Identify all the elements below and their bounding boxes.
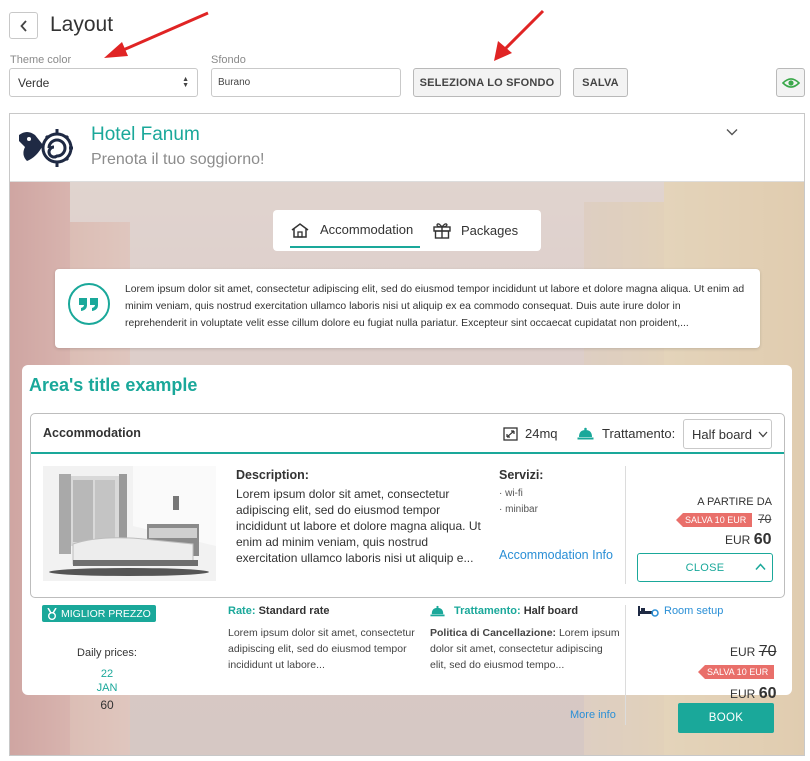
divider	[625, 466, 626, 584]
room-size-value: 24mq	[525, 426, 558, 441]
accommodation-title: Accommodation	[43, 426, 141, 440]
room-image	[43, 466, 216, 581]
chevron-up-icon	[755, 563, 766, 571]
tab-accommodation-label: Accommodation	[320, 222, 414, 237]
save-badge: SALVA 10 EUR	[676, 513, 753, 527]
best-price-label: MIGLIOR PREZZO	[61, 607, 151, 620]
rate-old-currency: EUR	[730, 645, 756, 659]
rate-price: EUR 60	[730, 685, 776, 703]
rate-old-price: EUR 70	[730, 643, 776, 661]
tab-accommodation[interactable]: Accommodation	[290, 213, 420, 248]
daily-date[interactable]: 22 JAN	[42, 667, 172, 695]
services-label: Servizi:	[499, 468, 544, 482]
daily-price: 60	[100, 698, 114, 712]
hotel-header: Hotel Fanum Prenota il tuo soggiorno!	[10, 114, 804, 182]
description-label: Description:	[236, 468, 309, 482]
daily-month: JAN	[96, 682, 118, 694]
cloche-icon	[577, 427, 594, 440]
divider	[625, 605, 626, 725]
hotel-tagline: Prenota il tuo soggiorno!	[91, 151, 265, 168]
expand-icon	[503, 426, 518, 441]
chevron-down-icon[interactable]	[726, 128, 738, 136]
old-price: 70	[758, 512, 772, 526]
cancellation-label: Politica di Cancellazione:	[430, 627, 557, 639]
sfondo-input[interactable]	[211, 68, 401, 97]
gift-icon	[433, 223, 451, 239]
best-price-badge: MIGLIOR PREZZO	[42, 605, 156, 622]
medal-icon	[47, 607, 57, 620]
rate-price-currency: EUR	[730, 687, 756, 701]
price-value: 60	[753, 531, 772, 548]
rate-label: Rate: Standard rate	[228, 605, 330, 617]
booking-tabs: Accommodation Packages	[273, 210, 541, 251]
more-info-link[interactable]: More info	[570, 709, 616, 721]
rate-treatment-key: Trattamento:	[454, 605, 521, 617]
rate-save-badge: SALVA 10 EUR	[698, 665, 775, 679]
annotation-arrow-icon	[494, 9, 545, 61]
treatment-label: Trattamento:	[602, 426, 676, 441]
area-card: Area's title example Accommodation 24mq	[22, 365, 792, 733]
accommodation-card: Accommodation 24mq Trattamento: Half boa…	[30, 413, 785, 598]
treatment: Trattamento:	[577, 426, 675, 441]
close-button-label: CLOSE	[685, 561, 725, 574]
daily-prices-label: Daily prices:	[77, 647, 137, 659]
save-button[interactable]: SALVA	[573, 68, 628, 97]
theme-color-label: Theme color	[10, 54, 72, 66]
quote-text: Lorem ipsum dolor sit amet, consectetur …	[125, 284, 745, 329]
rate-label-value: Standard rate	[258, 605, 330, 617]
hotel-logo	[19, 129, 73, 167]
house-icon	[291, 222, 309, 238]
service-item: · minibar	[499, 504, 538, 515]
tab-packages[interactable]: Packages	[433, 210, 518, 251]
annotation-arrow-icon	[104, 11, 209, 58]
cancellation-policy: Politica di Cancellazione: Lorem ipsum d…	[430, 625, 620, 673]
eye-icon	[781, 77, 800, 88]
preview-toggle-button[interactable]	[776, 68, 805, 97]
board-select-value: Half board	[692, 426, 752, 442]
cloche-icon	[430, 605, 445, 617]
rate-description: Lorem ipsum dolor sit amet, consectetur …	[228, 627, 415, 671]
daily-day: 22	[100, 668, 114, 680]
rate-label-key: Rate:	[228, 605, 256, 617]
chevron-left-icon	[19, 19, 27, 32]
theme-color-value: Verde	[18, 75, 50, 90]
board-select[interactable]: Half board	[683, 419, 772, 449]
close-button[interactable]: CLOSE	[637, 553, 773, 582]
rate-price-value: 60	[758, 685, 777, 702]
from-label: A PARTIRE DA	[697, 496, 772, 508]
theme-color-select[interactable]: Verde ▲ ▼	[9, 68, 198, 97]
price-currency: EUR	[725, 533, 751, 547]
select-arrows-icon: ▲ ▼	[182, 75, 189, 89]
accommodation-header: Accommodation 24mq Trattamento: Half boa…	[31, 414, 784, 454]
book-button[interactable]: BOOK	[678, 703, 774, 733]
rate-treatment-value: Half board	[523, 605, 579, 617]
tab-packages-label: Packages	[461, 223, 519, 238]
select-background-button[interactable]: SELEZIONA LO SFONDO	[413, 68, 561, 97]
bed-gear-icon	[638, 606, 659, 617]
hotel-name: Hotel Fanum	[91, 124, 200, 145]
room-size: 24mq	[503, 426, 558, 441]
service-item: · wi-fi	[499, 488, 523, 499]
room-setup-label: Room setup	[664, 605, 724, 617]
price: EUR 60	[725, 531, 771, 549]
quote-icon	[68, 283, 110, 325]
accommodation-info-link[interactable]: Accommodation Info	[499, 548, 613, 562]
chevron-down-icon	[758, 431, 768, 437]
quote-card: Lorem ipsum dolor sit amet, consectetur …	[55, 269, 760, 348]
area-title: Area's title example	[29, 375, 198, 395]
sfondo-label: Sfondo	[211, 54, 246, 66]
back-button[interactable]	[9, 12, 38, 39]
rate-old-value: 70	[758, 643, 777, 660]
room-setup-link[interactable]: Room setup	[637, 605, 723, 617]
booking-preview: Hotel Fanum Prenota il tuo soggiorno! Ac…	[9, 113, 805, 756]
rate-treatment: Trattamento: Half board	[430, 605, 578, 617]
description-text: Lorem ipsum dolor sit amet, consectetur …	[236, 487, 481, 565]
